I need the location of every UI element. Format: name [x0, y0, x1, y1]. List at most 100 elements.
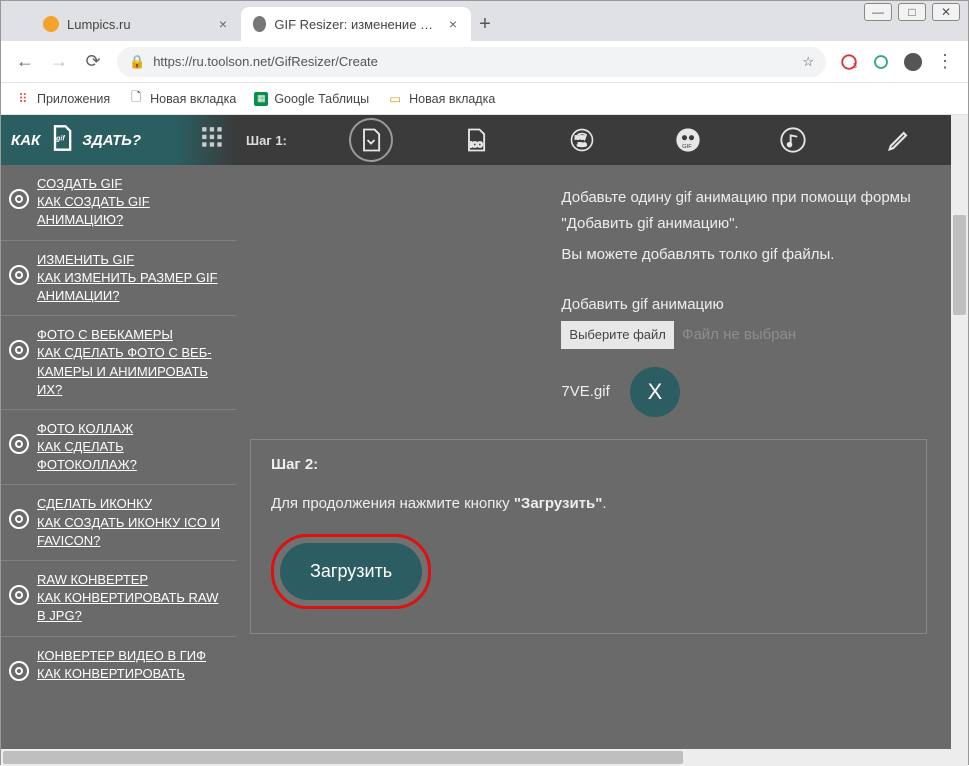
tool-ico-icon[interactable]: ICO: [454, 118, 498, 162]
tab-title: GIF Resizer: изменение размера: [274, 17, 438, 32]
apps-icon: ⠿: [15, 91, 31, 107]
bookmark-label: Новая вкладка: [409, 92, 495, 106]
bookmark-label: Приложения: [37, 92, 110, 106]
tool-videogif-icon[interactable]: GIF: [666, 118, 710, 162]
sidebar-link[interactable]: ФОТО КОЛЛАЖ: [37, 420, 224, 438]
upload-button[interactable]: Загрузить: [280, 543, 422, 600]
star-icon[interactable]: ☆: [802, 54, 814, 70]
sidebar-link[interactable]: КАК СДЕЛАТЬ ФОТОКОЛЛАЖ?: [37, 438, 224, 474]
url-input[interactable]: 🔒 https://ru.toolson.net/GifResizer/Crea…: [117, 47, 826, 77]
window-minimize[interactable]: —: [864, 3, 892, 21]
new-tab-button[interactable]: +: [471, 13, 499, 36]
sidebar-link[interactable]: КАК КОНВЕРТИРОВАТЬ: [37, 665, 206, 683]
sidebar: КАК gif ЗДАТЬ? СОЗДАТЬ GIFКАК СОЗДАТЬ GI…: [1, 115, 236, 749]
sidebar-link[interactable]: КАК ИЗМЕНИТЬ РАЗМЕР GIF АНИМАЦИИ?: [37, 269, 224, 305]
browser-tab-active[interactable]: GIF Resizer: изменение размера ×: [241, 7, 471, 41]
window-maximize[interactable]: □: [898, 3, 926, 21]
extension-icon[interactable]: [872, 53, 890, 71]
spiral-icon: [9, 434, 29, 454]
sidebar-item[interactable]: ФОТО С ВЕБКАМЕРЫКАК СДЕЛАТЬ ФОТО С ВЕБ-К…: [1, 316, 236, 410]
sidebar-header-right: ЗДАТЬ?: [82, 132, 141, 149]
uploaded-filename: 7VE.gif: [561, 383, 609, 400]
spiral-icon: [9, 265, 29, 285]
lock-icon: 🔒: [129, 54, 145, 70]
sidebar-list: СОЗДАТЬ GIFКАК СОЗДАТЬ GIF АНИМАЦИЮ? ИЗМ…: [1, 165, 236, 693]
spiral-icon: [9, 661, 29, 681]
choose-file-button[interactable]: Выберите файл: [561, 321, 673, 349]
sidebar-link[interactable]: СДЕЛАТЬ ИКОНКУ: [37, 495, 224, 513]
svg-text:gif: gif: [55, 135, 65, 142]
page-icon: ▭: [387, 91, 403, 107]
bookmark-item[interactable]: ▦ Google Таблицы: [254, 92, 369, 106]
instruction-text: Добавьте одину gif анимацию при помощи ф…: [561, 185, 927, 236]
sidebar-link[interactable]: RAW КОНВЕРТЕР: [37, 571, 224, 589]
bookmark-label: Новая вкладка: [150, 92, 236, 106]
tool-resize-icon[interactable]: [349, 118, 393, 162]
url-text: https://ru.toolson.net/GifResizer/Create: [153, 54, 378, 69]
sidebar-item[interactable]: СОЗДАТЬ GIFКАК СОЗДАТЬ GIF АНИМАЦИЮ?: [1, 165, 236, 241]
upload-highlight: Загрузить: [271, 534, 431, 609]
tab-title: Lumpics.ru: [67, 17, 131, 32]
sidebar-item[interactable]: ИЗМЕНИТЬ GIFКАК ИЗМЕНИТЬ РАЗМЕР GIF АНИМ…: [1, 241, 236, 317]
svg-text:GIF: GIF: [682, 144, 692, 150]
scrollbar-thumb[interactable]: [953, 215, 966, 315]
browser-tab[interactable]: Lumpics.ru ×: [31, 7, 241, 41]
favicon-icon: [253, 16, 266, 32]
instruction-text: Вы можете добавлять толко gif файлы.: [561, 242, 927, 268]
scrollbar-vertical[interactable]: [951, 115, 968, 766]
scrollbar-thumb[interactable]: [3, 751, 683, 764]
spiral-icon: [9, 585, 29, 605]
grid-icon[interactable]: [200, 125, 226, 155]
bookmark-label: Google Таблицы: [274, 92, 369, 106]
sidebar-link[interactable]: СОЗДАТЬ GIF: [37, 175, 224, 193]
sidebar-link[interactable]: КОНВЕРТЕР ВИДЕО В ГИФ: [37, 647, 206, 665]
step2-desc-a: Для продолжения нажмите кнопку: [271, 495, 514, 512]
no-file-text: Файл не выбран: [682, 326, 796, 343]
step2-panel: Шаг 2: Для продолжения нажмите кнопку "З…: [250, 439, 927, 634]
apps-shortcut[interactable]: ⠿ Приложения: [15, 91, 110, 107]
back-button[interactable]: ←: [15, 52, 35, 72]
spiral-icon: [9, 189, 29, 209]
bookmark-item[interactable]: 🗋 Новая вкладка: [128, 91, 236, 107]
add-gif-label: Добавить gif анимацию: [561, 292, 927, 318]
step2-desc-b: "Загрузить": [514, 495, 603, 512]
remove-file-button[interactable]: X: [630, 367, 680, 417]
bookmark-item[interactable]: ▭ Новая вкладка: [387, 91, 495, 107]
tool-toolbar: Шаг 1: ICO RAWJPG GIF: [236, 115, 951, 165]
page-viewport: КАК gif ЗДАТЬ? СОЗДАТЬ GIFКАК СОЗДАТЬ GI…: [1, 115, 968, 766]
tab-close[interactable]: ×: [447, 16, 459, 32]
sidebar-header: КАК gif ЗДАТЬ?: [1, 115, 236, 165]
window-close[interactable]: ✕: [932, 3, 960, 21]
tool-edit-icon[interactable]: [877, 118, 921, 162]
tab-close[interactable]: ×: [217, 16, 229, 32]
sidebar-link[interactable]: КАК СДЕЛАТЬ ФОТО С ВЕБ-КАМЕРЫ И АНИМИРОВ…: [37, 344, 224, 399]
favicon-icon: [43, 16, 59, 32]
scrollbar-horizontal[interactable]: [1, 749, 951, 766]
step2-desc-c: .: [602, 495, 606, 512]
sidebar-header-left: КАК: [11, 132, 40, 149]
sidebar-link[interactable]: КАК СОЗДАТЬ ИКОНКУ ICO И FAVICON?: [37, 514, 224, 550]
svg-text:RAW: RAW: [575, 135, 586, 140]
address-bar: ← → ⟳ 🔒 https://ru.toolson.net/GifResize…: [1, 41, 968, 83]
tool-music-icon[interactable]: [771, 118, 815, 162]
tool-raw-icon[interactable]: RAW JPG: [560, 118, 604, 162]
spiral-icon: [9, 509, 29, 529]
forward-button[interactable]: →: [49, 52, 69, 72]
reload-button[interactable]: ⟳: [83, 52, 103, 72]
menu-icon[interactable]: ⋮: [936, 53, 954, 71]
sidebar-item[interactable]: СДЕЛАТЬ ИКОНКУКАК СОЗДАТЬ ИКОНКУ ICO И F…: [1, 485, 236, 561]
sidebar-link[interactable]: ФОТО С ВЕБКАМЕРЫ: [37, 326, 224, 344]
sidebar-link[interactable]: КАК СОЗДАТЬ GIF АНИМАЦИЮ?: [37, 193, 224, 229]
gif-logo-icon: gif: [48, 124, 76, 156]
sidebar-item[interactable]: RAW КОНВЕРТЕРКАК КОНВЕРТИРОВАТЬ RAW В JP…: [1, 561, 236, 637]
sidebar-link[interactable]: КАК КОНВЕРТИРОВАТЬ RAW В JPG?: [37, 589, 224, 625]
sidebar-item[interactable]: ФОТО КОЛЛАЖКАК СДЕЛАТЬ ФОТОКОЛЛАЖ?: [1, 410, 236, 486]
svg-text:ICO: ICO: [470, 142, 483, 149]
avatar-icon[interactable]: [904, 53, 922, 71]
sidebar-item[interactable]: КОНВЕРТЕР ВИДЕО В ГИФКАК КОНВЕРТИРОВАТЬ: [1, 637, 236, 693]
extension-icon[interactable]: 3: [840, 53, 858, 71]
step2-title: Шаг 2:: [271, 456, 906, 473]
main-content: Шаг 1: ICO RAWJPG GIF: [236, 115, 951, 749]
svg-text:JPG: JPG: [577, 142, 586, 147]
sidebar-link[interactable]: ИЗМЕНИТЬ GIF: [37, 251, 224, 269]
